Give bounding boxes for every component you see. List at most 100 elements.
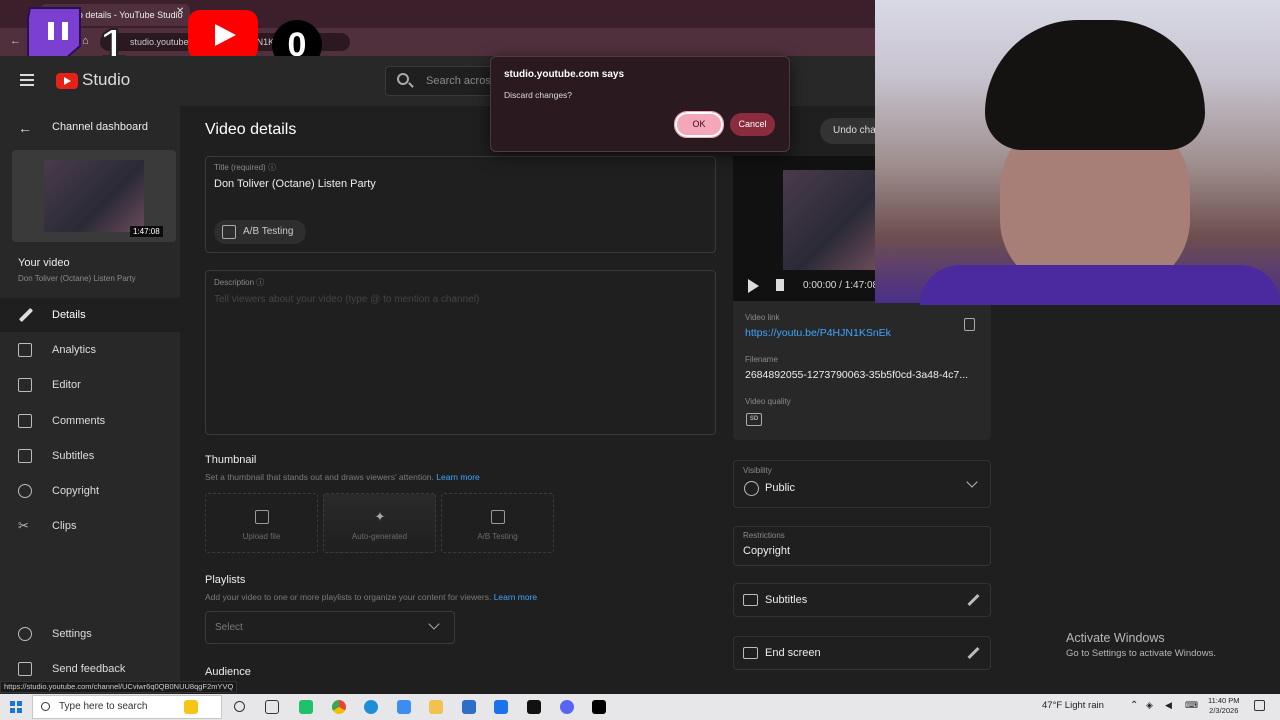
app-icon-green[interactable] — [299, 700, 313, 714]
tray-chevron-icon[interactable]: ⌃ — [1130, 700, 1138, 711]
link-status-bar: https://studio.youtube.com/channel/UCviw… — [0, 681, 238, 693]
video-link[interactable]: https://youtu.be/P4HJN1KSnEk — [745, 327, 891, 339]
visibility-value: Public — [765, 482, 795, 494]
thumbnail-subtext: Set a thumbnail that stands out and draw… — [205, 472, 480, 482]
pencil-icon — [18, 307, 34, 323]
ab-testing-icon — [491, 510, 505, 524]
sidebar-item-label: Send feedback — [52, 663, 126, 675]
task-view-icon[interactable] — [265, 700, 279, 714]
activate-windows-title: Activate Windows — [1066, 631, 1165, 645]
feedback-icon — [18, 662, 32, 676]
sidebar-item-clips[interactable]: ✂ Clips — [0, 509, 180, 543]
thumbnail-learn-more-link[interactable]: Learn more — [436, 472, 479, 482]
end-screen-label: End screen — [765, 647, 821, 659]
weather-widget[interactable]: 47°F Light rain — [1042, 700, 1104, 711]
discord-icon[interactable] — [560, 700, 574, 714]
playlists-learn-more-link[interactable]: Learn more — [494, 592, 537, 602]
copy-icon[interactable] — [964, 318, 975, 331]
playlist-select[interactable]: Select — [205, 611, 455, 644]
description-label: Description ⓘ — [214, 278, 265, 287]
youtube-logo-icon — [188, 10, 258, 60]
ab-testing-icon — [222, 225, 236, 239]
cancel-button[interactable]: Cancel — [730, 113, 775, 136]
ab-testing-thumbnail-button[interactable]: A/B Testing — [441, 493, 554, 553]
sidebar-item-settings[interactable]: Settings — [0, 617, 180, 651]
sidebar-item-label: Subtitles — [52, 450, 95, 462]
video-quality-label: Video quality — [745, 397, 791, 406]
thumbnail-duration: 1:47:08 — [130, 226, 163, 237]
sidebar-item-editor[interactable]: Editor — [0, 368, 180, 402]
video-time: 0:00:00 / 1:47:08 — [803, 280, 879, 291]
cortana-icon[interactable] — [234, 701, 245, 712]
sidebar-item-label: Editor — [52, 379, 81, 391]
app-icon-store[interactable] — [462, 700, 476, 714]
editor-icon — [18, 378, 32, 392]
upload-image-icon — [255, 510, 269, 524]
clock-time: 11:40 PM — [1208, 696, 1240, 705]
studio-logo[interactable]: Studio — [56, 70, 136, 92]
subtitles-icon — [743, 594, 758, 606]
dialog-title: studio.youtube.com says — [504, 69, 625, 80]
your-video-label: Your video — [18, 257, 70, 269]
video-link-label: Video link — [745, 313, 780, 322]
thumbnail-image — [44, 160, 144, 232]
sidebar-item-analytics[interactable]: Analytics — [0, 333, 180, 367]
sidebar-item-subtitles[interactable]: Subtitles — [0, 439, 180, 473]
restrictions-value: Copyright — [743, 545, 791, 557]
app-icon-blue[interactable] — [397, 700, 411, 714]
network-icon[interactable]: ◈ — [1146, 700, 1153, 711]
file-explorer-icon[interactable] — [429, 700, 443, 714]
webcam-shirt — [920, 265, 1280, 305]
gear-icon — [18, 627, 32, 641]
page-title: Video details — [205, 121, 297, 138]
system-clock[interactable]: 11:40 PM 2/3/2026 — [1208, 696, 1240, 716]
edge-icon[interactable] — [364, 700, 378, 714]
sidebar-item-label: Copyright — [52, 485, 100, 497]
upload-thumbnail-button[interactable]: Upload file — [205, 493, 318, 553]
filename-value: 2684892055-1273790063-35b5f0cd-3a48-4c7.… — [745, 369, 969, 381]
auto-generated-thumbnail-button[interactable]: ✦ Auto-generated — [323, 493, 436, 553]
mail-icon[interactable] — [494, 700, 508, 714]
globe-icon — [744, 481, 759, 496]
restrictions-label: Restrictions — [743, 531, 785, 540]
copilot-icon[interactable] — [184, 700, 198, 714]
title-value[interactable]: Don Toliver (Octane) Listen Party — [214, 178, 376, 190]
notifications-icon[interactable] — [1254, 700, 1265, 711]
ok-button[interactable]: OK — [674, 111, 724, 138]
dialog-message: Discard changes? — [504, 90, 573, 100]
clock-date: 2/3/2026 — [1209, 706, 1239, 715]
sidebar-item-details[interactable]: Details — [0, 298, 180, 332]
ab-testing-label: A/B Testing — [243, 226, 294, 237]
visibility-label: Visibility — [743, 466, 772, 475]
volume-tray-icon[interactable]: ◀ — [1165, 700, 1172, 711]
windows-start-icon[interactable] — [10, 701, 22, 713]
search-icon — [397, 73, 409, 85]
thumbnail-heading: Thumbnail — [205, 454, 257, 466]
volume-icon[interactable] — [776, 279, 784, 291]
sidebar-item-comments[interactable]: Comments — [0, 404, 180, 438]
capcut-icon[interactable] — [527, 700, 541, 714]
sparkle-icon: ✦ — [374, 509, 386, 524]
chrome-icon[interactable] — [332, 700, 346, 714]
activate-windows-subtext: Go to Settings to activate Windows. — [1066, 648, 1216, 659]
playlists-subtext: Add your video to one or more playlists … — [205, 592, 538, 602]
sidebar-item-copyright[interactable]: Copyright — [0, 474, 180, 508]
sidebar-video-thumbnail[interactable]: 1:47:08 — [12, 150, 176, 242]
hamburger-menu-icon[interactable] — [20, 74, 34, 86]
tab-close-icon[interactable]: ✕ — [176, 6, 184, 17]
tiktok-icon[interactable] — [592, 700, 606, 714]
channel-dashboard-link[interactable]: Channel dashboard — [0, 112, 148, 142]
sidebar-item-label: Comments — [52, 415, 106, 427]
audience-heading: Audience — [205, 666, 251, 678]
description-placeholder: Tell viewers about your video (type @ to… — [214, 294, 480, 305]
your-video-title: Don Toliver (Octane) Listen Party — [18, 274, 136, 283]
undo-changes-button[interactable]: Undo changes — [820, 118, 875, 144]
play-icon[interactable] — [748, 279, 759, 293]
language-icon[interactable]: ⌨ — [1185, 700, 1198, 711]
sidebar-item-label: Clips — [52, 520, 77, 532]
copyright-icon — [18, 484, 32, 498]
sidebar-item-label: Settings — [52, 628, 92, 640]
video-quality-badge: SD — [746, 413, 762, 426]
youtube-mark-icon — [56, 73, 78, 89]
sidebar-item-label: Details — [52, 309, 86, 321]
